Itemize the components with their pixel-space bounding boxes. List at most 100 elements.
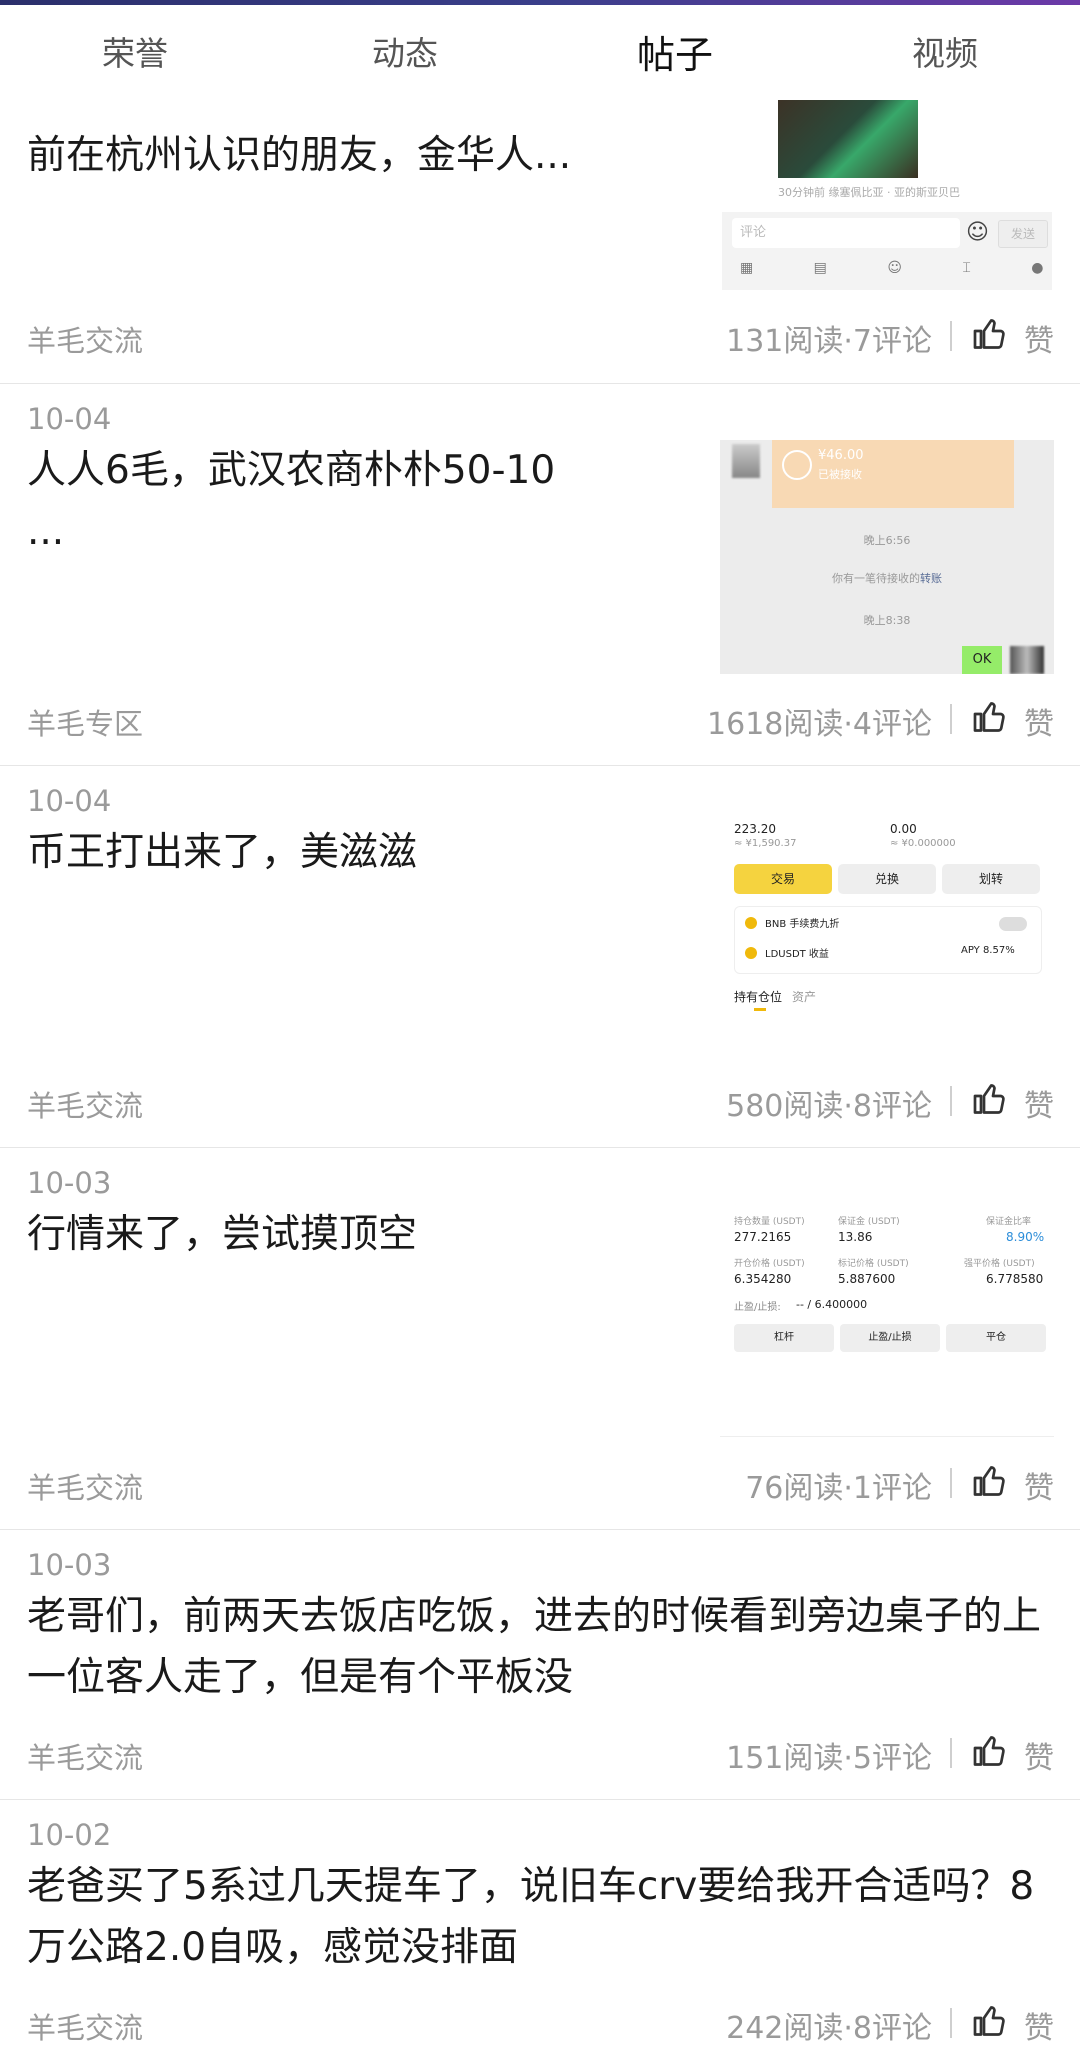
- post-thumbnail[interactable]: 30分钟前 缘塞佩比亚 · 亚的斯亚贝巴 评论 ☺ 发送 ▦ ▤ ☺ ⌶ ● ⌄: [720, 100, 1054, 290]
- ldusdt-label: LDUSDT 收益: [765, 949, 829, 960]
- post-category[interactable]: 羊毛交流: [27, 1465, 143, 1507]
- chat-bubble: OK: [962, 646, 1002, 674]
- fee-toggle: [999, 917, 1027, 931]
- options-card: BNB 手续费九折 LDUSDT 收益 APY 8.57%: [734, 906, 1042, 974]
- like-button[interactable]: 赞: [1024, 1733, 1054, 1777]
- transfer-amount: ¥46.00: [818, 448, 864, 463]
- balance-value: 223.20: [734, 822, 776, 836]
- assets-tab: 资产: [792, 990, 817, 1004]
- like-button[interactable]: 赞: [1024, 2003, 1054, 2047]
- balance-sub: ≈ ¥1,590.37: [734, 838, 797, 849]
- post-date: 10-02: [27, 1818, 112, 1852]
- post-title: 前在杭州认识的朋友，金华人...: [27, 133, 572, 178]
- post-item[interactable]: 10-02 老爸买了5系过几天提车了，说旧车crv要给我开合适吗？8万公路2.0…: [0, 1800, 1080, 2049]
- trade-button: 交易: [734, 864, 832, 894]
- divider: [950, 1086, 952, 1116]
- tab-activity[interactable]: 动态: [305, 27, 505, 75]
- thumbs-up-icon[interactable]: [972, 2003, 1008, 2039]
- divider: [950, 1738, 952, 1768]
- tab-honor[interactable]: 荣誉: [35, 27, 235, 75]
- bnb-icon: [745, 917, 757, 929]
- chat-time: 晚上6:56: [863, 534, 911, 547]
- comment-panel: 评论 ☺ 发送 ▦ ▤ ☺ ⌶ ● ⌄: [722, 212, 1054, 290]
- emoji-icon: ☺: [966, 220, 989, 245]
- post-stats: 580阅读·8评论: [726, 1089, 932, 1124]
- like-button[interactable]: 赞: [1024, 1463, 1054, 1507]
- post-category[interactable]: 羊毛交流: [27, 1083, 143, 1125]
- tab-bar: 荣誉 动态 帖子 视频: [0, 5, 1080, 100]
- post-stats: 76阅读·1评论: [745, 1471, 932, 1506]
- post-item[interactable]: 10-03 行情来了，尝试摸顶空 持仓数量 (USDT) 保证金 (USDT) …: [0, 1148, 1080, 1530]
- post-thumbnail[interactable]: 持仓数量 (USDT) 保证金 (USDT) 保证金比率 277.2165 13…: [720, 1204, 1054, 1438]
- post-thumbnail[interactable]: ¥46.00 已被接收 晚上6:56 你有一笔待接收的转账 晚上8:38 OK: [720, 440, 1054, 674]
- post-item[interactable]: 10-03 老哥们，前两天去饭店吃饭，进去的时候看到旁边桌子的上一位客人走了，但…: [0, 1530, 1080, 1800]
- post-title: 老哥们，前两天去饭店吃饭，进去的时候看到旁边桌子的上一位客人走了，但是有个平板没: [27, 1594, 1042, 1700]
- tab-videos[interactable]: 视频: [845, 27, 1045, 75]
- post-title: 老爸买了5系过几天提车了，说旧车crv要给我开合适吗？8万公路2.0自吸，感觉没…: [27, 1864, 1035, 1970]
- tab-indicator: [754, 1008, 766, 1011]
- photo-image: [778, 100, 918, 178]
- chat-time: 晚上8:38: [863, 614, 911, 627]
- thumb-divider: [720, 1436, 1054, 1437]
- close-position-button: 平仓: [946, 1324, 1046, 1352]
- thumbs-up-icon[interactable]: [972, 1733, 1008, 1769]
- liq-price-header: 强平价格 (USDT): [964, 1259, 1035, 1269]
- balance-value: 0.00: [890, 822, 917, 836]
- entry-price-value: 6.354280: [734, 1272, 792, 1286]
- like-button[interactable]: 赞: [1024, 699, 1054, 743]
- thumbs-up-icon[interactable]: [972, 316, 1008, 352]
- balance-sub: ≈ ¥0.000000: [890, 838, 956, 849]
- post-stats: 1618阅读·4评论: [707, 707, 932, 742]
- transfer-button: 划转: [942, 864, 1040, 894]
- tp-sl-button: 止盈/止损: [840, 1324, 940, 1352]
- post-category[interactable]: 羊毛交流: [27, 1735, 143, 1777]
- post-title: 行情来了，尝试摸顶空: [27, 1212, 418, 1257]
- margin-ratio-header: 保证金比率: [986, 1217, 1032, 1227]
- keyboard-toolbar-icon: ▦ ▤ ☺ ⌶ ● ⌄: [740, 260, 1054, 276]
- convert-button: 兑换: [838, 864, 936, 894]
- position-value: 277.2165: [734, 1230, 792, 1244]
- post-item[interactable]: 前在杭州认识的朋友，金华人... 30分钟前 缘塞佩比亚 · 亚的斯亚贝巴 评论…: [0, 100, 1080, 384]
- mark-price-header: 标记价格 (USDT): [838, 1259, 909, 1269]
- post-item[interactable]: 10-04 人人6毛，武汉农商朴朴50-10 ... ¥46.00 已被接收 晚…: [0, 384, 1080, 766]
- avatar: [1010, 646, 1044, 674]
- margin-value: 13.86: [838, 1230, 873, 1244]
- thumbs-up-icon[interactable]: [972, 1081, 1008, 1117]
- post-date: 10-03: [27, 1548, 112, 1582]
- transfer-card: ¥46.00 已被接收: [772, 440, 1014, 508]
- holdings-tab: 持有仓位: [734, 990, 783, 1004]
- divider: [950, 1468, 952, 1498]
- thumb-meta: 30分钟前 缘塞佩比亚 · 亚的斯亚贝巴: [778, 186, 960, 199]
- mark-price-value: 5.887600: [838, 1272, 896, 1286]
- post-item[interactable]: 10-04 币王打出来了，美滋滋 223.20 ≈ ¥1,590.37 0.00…: [0, 766, 1080, 1148]
- ldusdt-icon: [745, 947, 757, 959]
- avatar: [732, 444, 760, 478]
- post-stats: 151阅读·5评论: [726, 1741, 932, 1776]
- like-button[interactable]: 赞: [1024, 1081, 1054, 1125]
- stop-loss-label: 止盈/止损:: [734, 1302, 781, 1313]
- send-button: 发送: [998, 220, 1048, 248]
- stop-loss-value: -- / 6.400000: [796, 1298, 868, 1311]
- tab-posts[interactable]: 帖子: [575, 24, 775, 79]
- like-button[interactable]: 赞: [1024, 316, 1054, 360]
- margin-header: 保证金 (USDT): [838, 1217, 900, 1227]
- divider: [950, 704, 952, 734]
- divider: [950, 321, 952, 351]
- post-thumbnail[interactable]: 223.20 ≈ ¥1,590.37 0.00 ≈ ¥0.000000 交易 兑…: [720, 822, 1054, 1056]
- post-stats: 242阅读·8评论: [726, 2011, 932, 2046]
- check-icon: [782, 450, 812, 480]
- post-category[interactable]: 羊毛专区: [27, 701, 143, 743]
- post-title: 人人6毛，武汉农商朴朴50-10 ...: [27, 448, 556, 554]
- liq-price-value: 6.778580: [986, 1272, 1044, 1286]
- thumbs-up-icon[interactable]: [972, 1463, 1008, 1499]
- post-category[interactable]: 羊毛交流: [27, 2005, 143, 2047]
- apy-value: APY 8.57%: [961, 945, 1015, 956]
- chat-notice: 你有一笔待接收的转账: [832, 572, 942, 585]
- leverage-button: 杠杆: [734, 1324, 834, 1352]
- post-date: 10-03: [27, 1166, 112, 1200]
- position-header: 持仓数量 (USDT): [734, 1217, 805, 1227]
- post-category[interactable]: 羊毛交流: [27, 318, 143, 360]
- post-stats: 131阅读·7评论: [726, 324, 932, 359]
- thumbs-up-icon[interactable]: [972, 699, 1008, 735]
- transfer-status: 已被接收: [818, 468, 862, 481]
